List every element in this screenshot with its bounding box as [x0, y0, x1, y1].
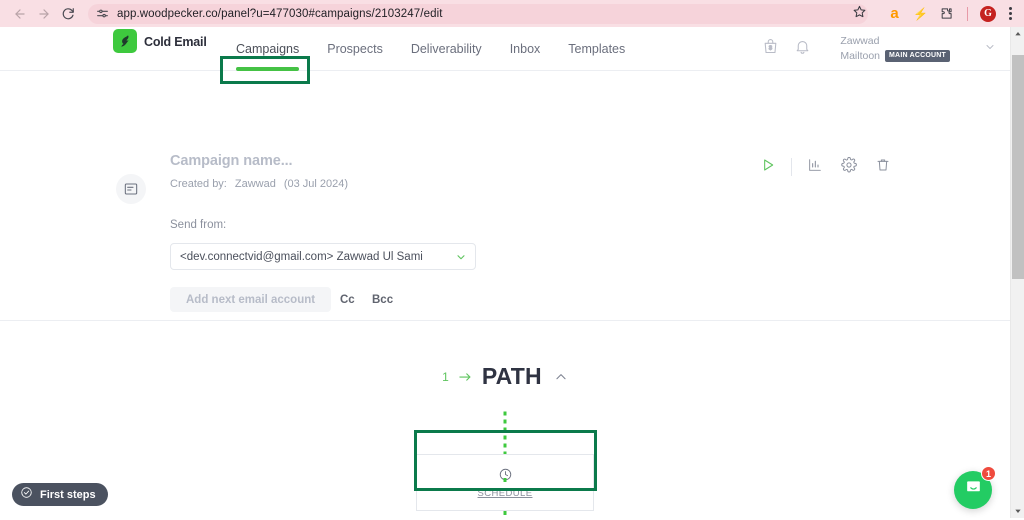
first-steps-button[interactable]: First steps [12, 483, 108, 506]
browser-toolbar: app.woodpecker.co/panel?u=477030#campaig… [0, 0, 1024, 27]
extensions-puzzle-icon[interactable] [938, 5, 955, 22]
caret-down-icon [1014, 502, 1022, 520]
path-section: 1 PATH SCHEDULE [0, 321, 1010, 518]
gear-icon [841, 156, 857, 178]
add-next-email-account-button[interactable]: Add next email account [170, 287, 332, 312]
path-connector-top [503, 409, 507, 454]
created-date: (03 Jul 2024) [283, 178, 349, 190]
account-user-name: Zawwad [840, 35, 880, 48]
nav-items: Campaigns Prospects Deliverability Inbox… [222, 27, 639, 71]
scroll-up-button[interactable] [1011, 27, 1024, 41]
action-divider [791, 158, 792, 176]
navbar-right: $ Zawwad Mailtoon MAIN ACCOUNT [754, 27, 996, 71]
toolbar-divider [967, 6, 968, 21]
scroll-down-button[interactable] [1011, 504, 1024, 518]
created-by-user: Zawwad [234, 178, 276, 190]
path-header[interactable]: 1 PATH [0, 363, 1010, 390]
nav-label: Inbox [509, 41, 541, 56]
bcc-button[interactable]: Bcc [372, 287, 393, 312]
scrollbar-thumb[interactable] [1012, 55, 1024, 279]
nav-item-campaigns[interactable]: Campaigns [222, 27, 313, 71]
path-connector-mid [503, 478, 507, 486]
address-bar[interactable]: app.woodpecker.co/panel?u=477030#campaig… [88, 3, 868, 24]
svg-text:$: $ [769, 46, 773, 52]
chevron-down-icon [455, 251, 467, 263]
reload-button[interactable] [56, 2, 80, 26]
chevron-down-icon [984, 40, 996, 58]
extension-icons: a ⚡ G [886, 5, 1016, 22]
nav-item-templates[interactable]: Templates [554, 27, 639, 71]
app-navbar: Cold Email Campaigns Prospects Deliverab… [0, 27, 1010, 71]
account-org-row: Mailtoon MAIN ACCOUNT [840, 50, 950, 63]
arrow-left-icon [13, 7, 27, 21]
notifications-button[interactable] [786, 33, 818, 65]
path-connector-bottom [503, 511, 507, 518]
account-org-name: Mailtoon [840, 49, 881, 62]
back-button[interactable] [8, 2, 32, 26]
notification-bell-icon [794, 38, 811, 60]
campaign-settings-button[interactable] [832, 153, 866, 181]
nav-item-prospects[interactable]: Prospects [313, 27, 397, 71]
kebab-menu-icon[interactable] [1005, 7, 1016, 20]
account-switcher[interactable]: Zawwad Mailtoon MAIN ACCOUNT [840, 35, 996, 63]
campaign-stats-button[interactable] [798, 153, 832, 181]
nav-label: Prospects [327, 41, 383, 56]
play-icon [760, 157, 776, 178]
profile-avatar[interactable]: G [980, 5, 996, 22]
page-viewport: Cold Email Campaigns Prospects Deliverab… [0, 27, 1010, 518]
delete-campaign-button[interactable] [866, 153, 900, 181]
campaign-action-bar [751, 153, 900, 181]
send-from-label: Send from: [170, 219, 227, 231]
chevron-up-icon[interactable] [554, 370, 568, 384]
arrow-right-icon [458, 371, 473, 383]
chat-message-icon [964, 478, 983, 502]
intercom-unread-badge: 1 [981, 466, 996, 481]
nav-item-inbox[interactable]: Inbox [496, 27, 555, 71]
campaign-name-input[interactable]: Campaign name... [170, 153, 293, 169]
nav-label: Templates [568, 41, 626, 56]
star-icon [853, 5, 866, 23]
woodpecker-logo-icon[interactable] [113, 29, 137, 53]
send-from-select[interactable]: <dev.connectvid@gmail.com> Zawwad Ul Sam… [170, 243, 476, 270]
honey-extension-icon[interactable]: ⚡ [912, 5, 929, 22]
amazon-extension-icon[interactable]: a [886, 5, 903, 22]
url-text: app.woodpecker.co/panel?u=477030#campaig… [117, 7, 443, 20]
nav-item-deliverability[interactable]: Deliverability [397, 27, 496, 71]
path-title: PATH [481, 363, 542, 389]
first-steps-label: First steps [40, 488, 96, 501]
forward-button[interactable] [32, 2, 56, 26]
check-circle-icon [20, 486, 33, 504]
brand-title: Cold Email [144, 35, 207, 49]
reload-icon [61, 7, 75, 21]
page-scrollbar[interactable] [1010, 27, 1024, 518]
schedule-label: SCHEDULE [477, 487, 533, 499]
campaign-created-meta: Created by: Zawwad (03 Jul 2024) [170, 178, 348, 190]
campaign-header-section: Campaign name... Created by: Zawwad (03 Ju… [0, 71, 1010, 321]
account-text: Zawwad Mailtoon MAIN ACCOUNT [840, 35, 950, 63]
caret-up-icon [1014, 25, 1022, 43]
nav-label: Deliverability [410, 41, 482, 56]
created-by-label: Created by: [170, 178, 227, 190]
arrow-right-icon [37, 7, 51, 21]
tune-icon[interactable] [96, 7, 109, 20]
cc-button[interactable]: Cc [340, 287, 355, 312]
shopping-bag-dollar-icon: $ [762, 38, 779, 60]
path-step-number: 1 [442, 369, 449, 384]
bookmark-button[interactable] [846, 4, 872, 24]
bar-chart-icon [807, 157, 823, 178]
run-campaign-button[interactable] [751, 153, 785, 181]
trash-icon [875, 157, 891, 178]
nav-label: Campaigns [236, 41, 300, 56]
billing-button[interactable]: $ [754, 33, 786, 65]
send-from-value: <dev.connectvid@gmail.com> Zawwad Ul Sam… [180, 250, 423, 263]
campaign-document-icon [116, 174, 146, 204]
main-account-badge: MAIN ACCOUNT [885, 49, 950, 63]
